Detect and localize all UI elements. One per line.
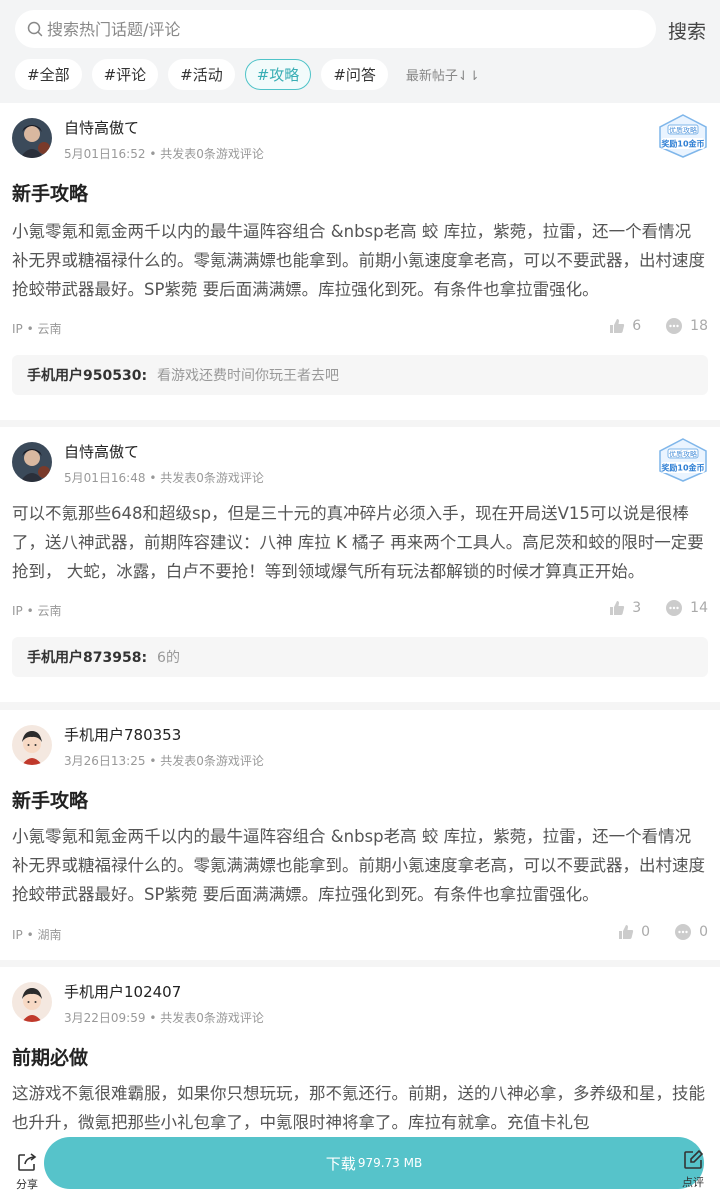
thumbs-up-icon [619,925,634,939]
share-icon [18,1153,37,1171]
post-body[interactable]: 这游戏不氪很难霸服，如果你只想玩玩，那不氪还行。前期，送的八神必拿，多养级和星，… [12,1079,707,1137]
topic-tabs: #全部 #评论 #活动 #攻略 #问答 最新帖子⇃⇂ [15,59,480,90]
post-body[interactable]: 可以不氪那些648和超级sp，但是三十元的真冲碎片必须入手，现在开局送V15可以… [12,499,707,586]
post-meta: 5月01日16:52 • 共发表0条游戏评论 [64,147,264,161]
post-body[interactable]: 小氪零氪和氪金两千以内的最牛逼阵容组合 &nbsp老高 蛟 库拉，紫菀，拉雷，还… [12,822,707,909]
post-card[interactable]: 自恃高傲て 5月01日16:52 • 共发表0条游戏评论 优质攻略 奖励10金币 … [0,103,720,420]
tab-qa[interactable]: #问答 [321,59,388,90]
like-count: 3 [632,600,642,616]
review-button[interactable]: 点评 [680,1149,706,1190]
thumbs-up-icon [610,601,625,615]
search-button[interactable]: 搜索 [668,17,706,44]
post-title[interactable]: 新手攻略 [12,786,88,813]
reply-preview[interactable]: 手机用户873958: 6的 [12,637,708,677]
reply-text: 看游戏还费时间你玩王者去吧 [157,368,340,384]
author-name[interactable]: 自恃高傲て [64,117,139,138]
comment-button[interactable]: 0 [674,923,708,941]
post-date: 5月01日16:48 [64,471,146,485]
avatar[interactable] [12,725,52,765]
comment-icon [675,924,692,940]
sort-dropdown[interactable]: 最新帖子⇃⇂ [406,65,480,84]
avatar[interactable] [12,982,52,1022]
share-button[interactable]: 分享 [14,1151,40,1192]
download-label: 下载 [325,1154,356,1173]
comment-button[interactable]: 18 [665,317,708,335]
search-icon [27,21,43,37]
avatar[interactable] [12,118,52,158]
ip-location: IP • 云南 [12,322,62,336]
quality-guide-badge: 优质攻略奖励10金币 [656,113,710,159]
search-input[interactable] [47,19,607,39]
author-name[interactable]: 自恃高傲て [64,441,139,462]
thumbs-up-icon [610,319,625,333]
post-meta: 3月22日09:59 • 共发表0条游戏评论 [64,1011,264,1025]
ip-location: IP • 湖南 [12,928,62,942]
post-meta: 5月01日16:48 • 共发表0条游戏评论 [64,471,264,485]
like-button[interactable]: 3 [609,600,641,616]
post-stats: 6 18 [585,317,708,335]
svg-text:优质攻略: 优质攻略 [669,450,697,459]
review-count: 共发表0条游戏评论 [160,1011,264,1025]
comment-icon [666,600,683,616]
tab-all[interactable]: #全部 [15,59,82,90]
tab-guide[interactable]: #攻略 [244,59,312,90]
like-button[interactable]: 0 [618,924,650,940]
author-name[interactable]: 手机用户780353 [64,724,181,745]
post-date: 3月22日09:59 [64,1011,146,1025]
tab-review[interactable]: #评论 [91,59,159,90]
post-title[interactable]: 新手攻略 [12,179,88,206]
share-label: 分享 [16,1178,38,1191]
review-count: 共发表0条游戏评论 [160,754,264,768]
download-button[interactable]: 下载 979.73 MB [44,1137,704,1189]
avatar[interactable] [12,442,52,482]
post-meta: 3月26日13:25 • 共发表0条游戏评论 [64,754,264,768]
post-stats: 3 14 [585,599,708,617]
post-title[interactable]: 前期必做 [12,1043,88,1070]
search-box[interactable] [15,10,656,48]
edit-icon [684,1149,704,1169]
tab-activity[interactable]: #活动 [168,59,235,90]
like-count: 6 [632,318,642,334]
svg-text:优质攻略: 优质攻略 [669,126,697,135]
post-card[interactable]: 自恃高傲て 5月01日16:48 • 共发表0条游戏评论 优质攻略 奖励10金币 … [0,427,720,702]
post-date: 5月01日16:52 [64,147,146,161]
like-count: 0 [641,924,651,940]
sort-label: 最新帖子⇃⇂ [405,69,480,84]
post-card[interactable]: 手机用户780353 3月26日13:25 • 共发表0条游戏评论 新手攻略 小… [0,710,720,960]
reply-text: 6的 [157,650,180,666]
reply-preview[interactable]: 手机用户950530: 看游戏还费时间你玩王者去吧 [12,355,708,395]
author-name[interactable]: 手机用户102407 [64,981,181,1002]
post-stats: 0 0 [594,923,708,941]
comment-icon [666,318,683,334]
review-count: 共发表0条游戏评论 [160,147,264,161]
review-count: 共发表0条游戏评论 [160,471,264,485]
like-button[interactable]: 6 [609,318,641,334]
ip-location: IP • 云南 [12,604,62,618]
comment-count: 18 [690,318,708,334]
svg-text:奖励10金币: 奖励10金币 [661,463,704,473]
quality-guide-badge: 优质攻略奖励10金币 [656,437,710,483]
comment-count: 0 [699,924,708,940]
bottom-bar: 分享 下载 979.73 MB 点评 [0,1133,720,1195]
reply-user: 手机用户873958: [27,650,148,666]
header: 搜索 #全部 #评论 #活动 #攻略 #问答 最新帖子⇃⇂ [0,0,720,103]
comment-button[interactable]: 14 [665,599,708,617]
comment-count: 14 [690,600,708,616]
review-label: 点评 [682,1176,704,1189]
post-body[interactable]: 小氪零氪和氪金两千以内的最牛逼阵容组合 &nbsp老高 蛟 库拉，紫菀，拉雷，还… [12,217,707,304]
download-size: 979.73 MB [357,1156,423,1170]
svg-text:奖励10金币: 奖励10金币 [661,139,704,149]
post-date: 3月26日13:25 [64,754,146,768]
reply-user: 手机用户950530: [27,368,148,384]
